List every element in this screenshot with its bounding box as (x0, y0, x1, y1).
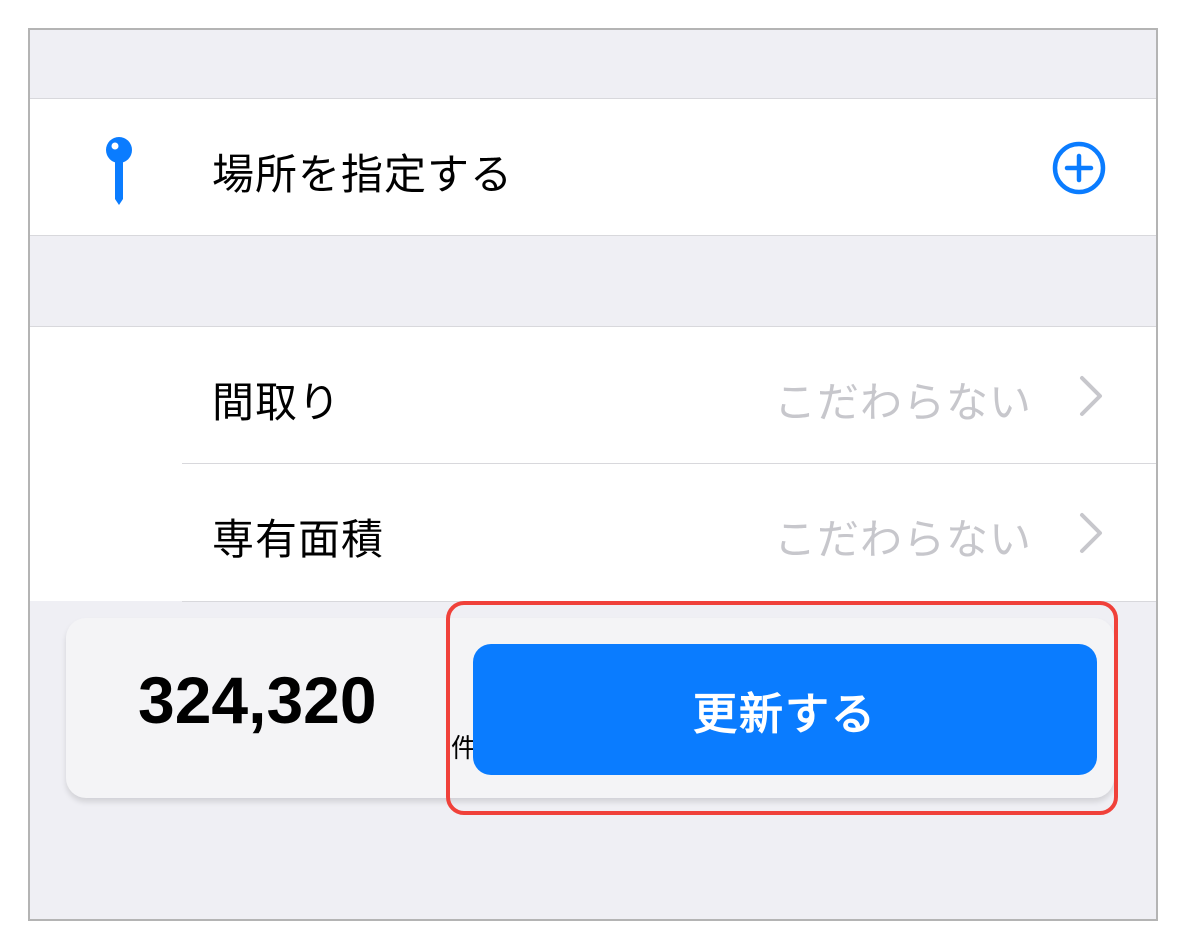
result-count: 324,320 (138, 663, 377, 737)
add-circle-icon[interactable] (1052, 141, 1106, 195)
location-row[interactable]: 場所を指定する (30, 99, 1156, 235)
search-conditions-screen: 場所を指定する 間取り こだわらない 専有面積 こだわらない 324,320 件… (28, 28, 1158, 921)
filter-value-layout: こだわらない (773, 378, 1032, 427)
filter-row-area[interactable]: 専有面積 こだわらない (30, 464, 1156, 602)
update-button[interactable]: 更新する (473, 644, 1097, 775)
filter-label-layout: 間取り (212, 378, 342, 427)
location-group: 場所を指定する (30, 98, 1156, 236)
chevron-right-icon (1080, 376, 1102, 416)
filter-row-layout[interactable]: 間取り こだわらない (30, 327, 1156, 464)
filter-value-area: こだわらない (773, 515, 1032, 564)
filter-label-area: 専有面積 (212, 515, 385, 564)
location-pin-icon (106, 137, 132, 205)
filter-group: 間取り こだわらない 専有面積 こだわらない (30, 326, 1156, 602)
location-label: 場所を指定する (212, 150, 514, 199)
chevron-right-icon (1080, 513, 1102, 553)
row-divider (182, 601, 1156, 602)
